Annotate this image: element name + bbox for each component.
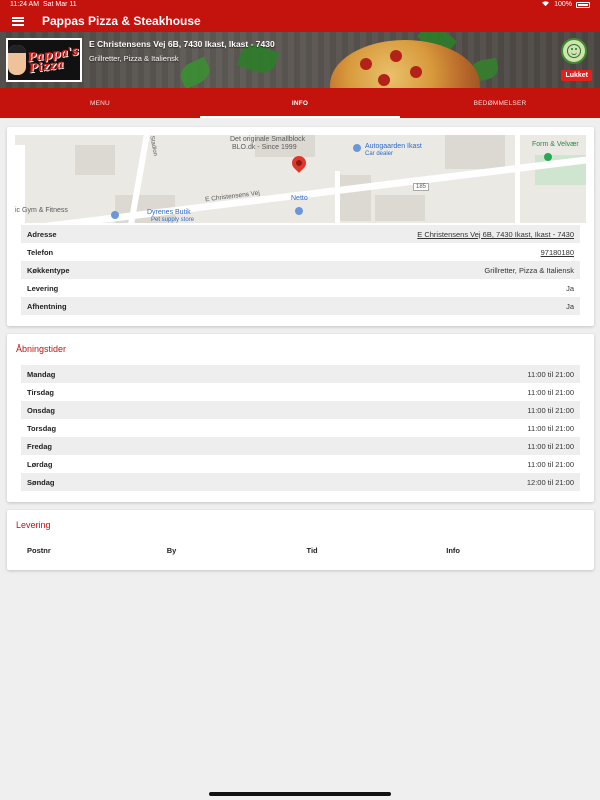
- status-left: 11:24 AM Sat Mar 11: [10, 0, 77, 10]
- logo-chef-face: [8, 45, 27, 75]
- map-label: Form & Velvær: [532, 141, 579, 148]
- battery-icon: [576, 2, 590, 8]
- hours-row: Mandag 11:00 til 21:00: [21, 365, 580, 383]
- detail-value: Ja: [566, 301, 574, 311]
- detail-label: Levering: [27, 283, 59, 293]
- map-label: Det originale Smallblock: [230, 136, 306, 143]
- map-label: Car dealer: [365, 151, 394, 157]
- tab-menu[interactable]: Menu: [0, 88, 200, 118]
- hours-day: Onsdag: [27, 405, 55, 415]
- detail-row-cuisine: Køkkentype Grillretter, Pizza & Italiens…: [21, 261, 580, 279]
- restaurant-address: E Christensens Vej 6B, 7430 Ikast, Ikast…: [89, 39, 275, 49]
- details-table: Adresse E Christensens Vej 6B, 7430 Ikas…: [21, 225, 580, 315]
- detail-label: Adresse: [27, 229, 57, 239]
- map-poi-icon: [544, 153, 552, 161]
- hours-time: 11:00 til 21:00: [527, 387, 574, 397]
- map-poi-icon: [111, 211, 119, 219]
- delivery-table-header: Postnr By Tid Info: [21, 546, 580, 555]
- address-link[interactable]: E Christensens Vej 6B, 7430 Ikast, Ikast…: [417, 230, 574, 239]
- delivery-title: Levering: [16, 520, 51, 530]
- detail-row-address: Adresse E Christensens Vej 6B, 7430 Ikas…: [21, 225, 580, 243]
- hours-day: Fredag: [27, 441, 53, 451]
- detail-label: Afhentning: [27, 301, 67, 311]
- wifi-icon: [541, 0, 550, 11]
- hours-time: 11:00 til 21:00: [527, 405, 574, 415]
- hours-day: Torsdag: [27, 423, 57, 433]
- map-label: BLO.dk - Since 1999: [232, 144, 297, 151]
- hours-day: Lørdag: [27, 459, 53, 469]
- detail-row-delivery: Levering Ja: [21, 279, 580, 297]
- hours-day: Mandag: [27, 369, 56, 379]
- battery-percent: 100%: [554, 1, 572, 8]
- opening-hours-table: Mandag 11:00 til 21:00 Tirsdag 11:00 til 2…: [21, 365, 580, 491]
- tab-info[interactable]: Info: [200, 88, 400, 118]
- hours-time: 12:00 til 21:00: [526, 477, 574, 487]
- smiley-icon[interactable]: [561, 38, 587, 64]
- status-bar: 11:24 AM Sat Mar 11 100%: [0, 0, 600, 10]
- map-poi-icon: [295, 207, 303, 215]
- hours-day: Søndag: [27, 477, 55, 487]
- status-right: 100%: [541, 0, 590, 10]
- app-bar: Pappas Pizza & Steakhouse: [0, 10, 600, 32]
- hours-day: Tirsdag: [27, 387, 54, 397]
- hours-time: 11:00 til 21:00: [527, 459, 574, 469]
- status-time: 11:24 AM: [10, 1, 40, 8]
- column-header-info: Info: [446, 546, 460, 555]
- home-indicator[interactable]: [209, 792, 391, 796]
- hours-row: Torsdag 11:00 til 21:00: [21, 419, 580, 437]
- location-map[interactable]: Det originale Smallblock BLO.dk - Since …: [15, 135, 586, 223]
- restaurant-banner: Pappa's Pizza E Christensens Vej 6B, 743…: [0, 32, 600, 88]
- detail-row-phone: Telefon 97180180: [21, 243, 580, 261]
- restaurant-info: E Christensens Vej 6B, 7430 Ikast, Ikast…: [89, 39, 275, 63]
- opening-hours-card: Åbningstider Mandag 11:00 til 21:00 Tirsd…: [7, 334, 594, 502]
- map-road-number: 185: [413, 183, 430, 191]
- map-label: Pet supply store: [151, 217, 195, 223]
- phone-link[interactable]: 97180180: [541, 248, 574, 257]
- detail-value: Grillretter, Pizza & Italiensk: [484, 265, 574, 275]
- status-badge: Lukket: [561, 70, 592, 81]
- map-label: Dyrenes Butik: [147, 209, 191, 216]
- map-label: Netto: [291, 195, 308, 202]
- tab-bar: Menu Info Bedømmelser: [0, 88, 600, 118]
- map-label: Autogaarden Ikast: [365, 143, 422, 150]
- app-title: Pappas Pizza & Steakhouse: [42, 14, 201, 28]
- opening-hours-title: Åbningstider: [16, 344, 67, 354]
- hours-row: Fredag 11:00 til 21:00: [21, 437, 580, 455]
- restaurant-cuisine: Grillretter, Pizza & Italiensk: [89, 54, 179, 63]
- tab-ratings[interactable]: Bedømmelser: [400, 88, 600, 118]
- detail-row-pickup: Afhentning Ja: [21, 297, 580, 315]
- hours-time: 11:00 til 21:00: [527, 423, 574, 433]
- hamburger-menu-icon[interactable]: [12, 16, 24, 26]
- hours-row: Onsdag 11:00 til 21:00: [21, 401, 580, 419]
- info-card: Det originale Smallblock BLO.dk - Since …: [7, 127, 594, 326]
- column-header-time: Tid: [306, 546, 318, 555]
- restaurant-logo: Pappa's Pizza: [6, 38, 82, 82]
- map-poi-icon: [353, 144, 361, 152]
- hours-row: Lørdag 11:00 til 21:00: [21, 455, 580, 473]
- map-label: ic Gym & Fitness: [15, 207, 68, 214]
- detail-value: Ja: [566, 283, 574, 293]
- column-header-postcode: Postnr: [27, 546, 51, 555]
- hours-row: Tirsdag 11:00 til 21:00: [21, 383, 580, 401]
- hours-row: Søndag 12:00 til 21:00: [21, 473, 580, 491]
- status-date: Sat Mar 11: [42, 1, 77, 8]
- hours-time: 11:00 til 21:00: [527, 441, 574, 451]
- delivery-card: Levering Postnr By Tid Info: [7, 510, 594, 570]
- column-header-city: By: [166, 546, 177, 555]
- detail-label: Telefon: [27, 247, 54, 257]
- hours-time: 11:00 til 21:00: [527, 369, 574, 379]
- detail-label: Køkkentype: [27, 265, 70, 275]
- logo-wordmark: Pappa's Pizza: [26, 43, 80, 76]
- map-label: Stadion: [148, 135, 158, 157]
